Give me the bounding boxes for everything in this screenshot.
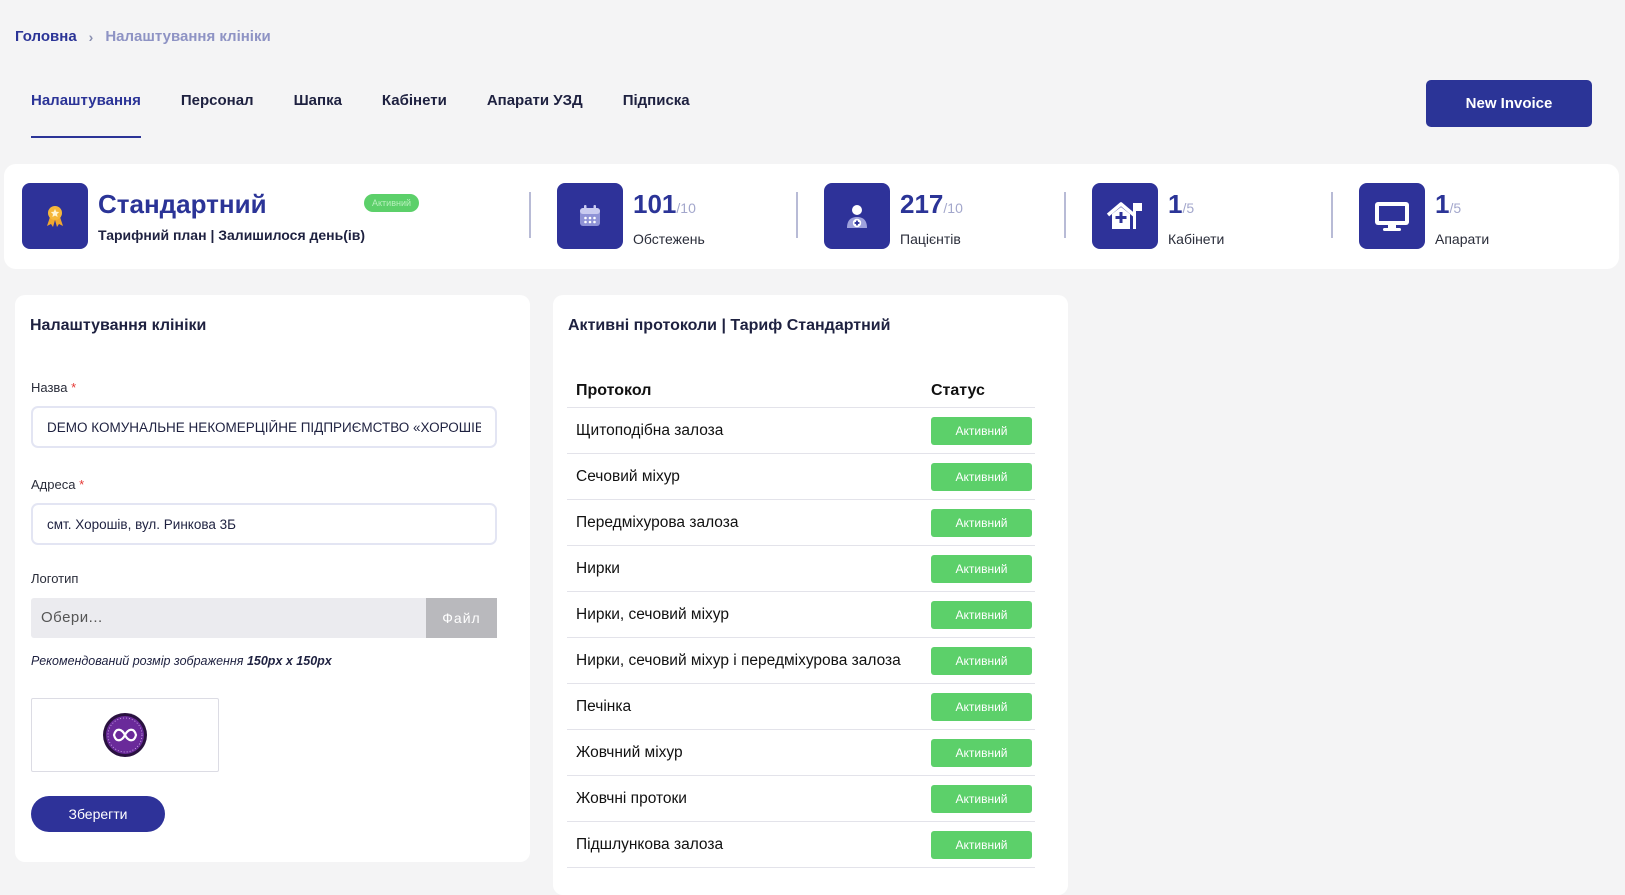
patients-stat: 217/10 Пацієнтів	[824, 183, 963, 249]
patients-count: 217	[900, 189, 944, 219]
table-row: Нирки, сечовий міхур і передміхурова зал…	[567, 637, 1035, 684]
clinic-address-input[interactable]	[31, 503, 497, 545]
logo-preview	[31, 698, 219, 772]
rooms-stat: 1/5 Кабінети	[1092, 183, 1224, 249]
plan-subtitle: Тарифний план | Залишилося день(ів)	[98, 227, 366, 243]
calendar-icon	[557, 183, 623, 249]
clinic-icon	[1092, 183, 1158, 249]
tab-ultrasound-devices[interactable]: Апарати УЗД	[487, 92, 583, 138]
clinic-logo-icon	[103, 713, 147, 757]
status-badge: Активний	[931, 830, 1032, 859]
address-field-label: Адреса *	[31, 477, 85, 492]
rooms-label: Кабінети	[1168, 231, 1225, 247]
plan-stat: Стандартний Тарифний план | Залишилося д…	[22, 183, 365, 249]
devices-stat: 1/5 Апарати	[1359, 183, 1489, 249]
logo-size-hint: Рекомендований розмір зображення 150px x…	[31, 654, 332, 668]
file-browse-button[interactable]: Файл	[426, 598, 497, 638]
table-row: Жовчні протоки Активний	[567, 775, 1035, 822]
protocol-name: Жовчний міхур	[567, 729, 922, 776]
status-badge: Активний	[931, 738, 1032, 767]
breadcrumb-home-link[interactable]: Головна	[15, 28, 77, 45]
protocol-name: Нирки, сечовий міхур	[567, 591, 922, 638]
devices-limit: /5	[1449, 200, 1462, 216]
rooms-count: 1	[1168, 189, 1183, 219]
protocol-name: Жовчні протоки	[567, 775, 922, 822]
plan-name: Стандартний	[98, 189, 267, 219]
protocol-name: Печінка	[567, 683, 922, 730]
award-icon	[22, 183, 88, 249]
protocols-table: Протокол Статус Щитоподібна залоза Активн…	[567, 375, 1035, 868]
devices-label: Апарати	[1435, 231, 1490, 247]
logo-field-label: Логотип	[31, 571, 79, 586]
tab-subscription[interactable]: Підписка	[623, 92, 690, 138]
table-row: Передміхурова залоза Активний	[567, 499, 1035, 546]
tab-rooms[interactable]: Кабінети	[382, 92, 447, 138]
table-row: Жовчний міхур Активний	[567, 729, 1035, 776]
save-button[interactable]: Зберегти	[31, 796, 165, 832]
tab-header[interactable]: Шапка	[294, 92, 342, 138]
stats-divider	[796, 192, 798, 238]
monitor-icon	[1359, 183, 1425, 249]
devices-count: 1	[1435, 189, 1450, 219]
chevron-right-icon: ›	[88, 28, 94, 45]
rooms-limit: /5	[1182, 200, 1195, 216]
protocol-name: Щитоподібна залоза	[567, 407, 922, 454]
column-header-status: Статус	[922, 375, 1035, 408]
exams-limit: /10	[676, 200, 696, 216]
exams-label: Обстежень	[633, 231, 705, 247]
tab-staff[interactable]: Персонал	[181, 92, 254, 138]
stats-divider	[529, 192, 531, 238]
status-badge: Активний	[931, 784, 1032, 813]
table-row: Підшлункова залоза Активний	[567, 821, 1035, 868]
stats-divider	[1064, 192, 1066, 238]
settings-tabs: Налаштування Персонал Шапка Кабінети Апа…	[31, 92, 730, 138]
logo-file-input[interactable]: Обери... Файл	[31, 598, 497, 638]
exams-count: 101	[633, 189, 677, 219]
table-row: Печінка Активний	[567, 683, 1035, 730]
table-row: Сечовий міхур Активний	[567, 453, 1035, 500]
patients-limit: /10	[943, 200, 963, 216]
status-badge: Активний	[931, 416, 1032, 445]
clinic-settings-title: Налаштування клініки	[30, 317, 207, 334]
active-protocols-card: Активні протоколи | Тариф Стандартний Пр…	[553, 295, 1068, 895]
table-row: Щитоподібна залоза Активний	[567, 407, 1035, 454]
status-badge: Активний	[931, 508, 1032, 537]
status-badge: Активний	[931, 600, 1032, 629]
protocol-name: Передміхурова залоза	[567, 499, 922, 546]
breadcrumb-current: Налаштування клініки	[105, 28, 271, 45]
clinic-name-input[interactable]	[31, 406, 497, 448]
new-invoice-button[interactable]: New Invoice	[1426, 80, 1592, 127]
protocol-name: Підшлункова залоза	[567, 821, 922, 868]
patients-label: Пацієнтів	[900, 231, 961, 247]
protocols-title: Активні протоколи | Тариф Стандартний	[568, 317, 891, 334]
protocol-name: Нирки, сечовий міхур і передміхурова зал…	[567, 637, 922, 684]
required-mark: *	[79, 477, 85, 492]
subscription-stats-bar: Стандартний Тарифний план | Залишилося д…	[4, 164, 1619, 269]
required-mark: *	[71, 380, 77, 395]
file-input-placeholder: Обери...	[41, 609, 103, 626]
exams-stat: 101/10 Обстежень	[557, 183, 705, 249]
clinic-settings-card: Налаштування клініки Назва * Адреса * Ло…	[15, 295, 530, 862]
table-row: Нирки, сечовий міхур Активний	[567, 591, 1035, 638]
patient-icon	[824, 183, 890, 249]
stats-divider	[1331, 192, 1333, 238]
table-row: Нирки Активний	[567, 545, 1035, 592]
column-header-protocol: Протокол	[567, 375, 922, 408]
protocol-name: Сечовий міхур	[567, 453, 922, 500]
tab-settings[interactable]: Налаштування	[31, 92, 141, 138]
status-badge: Активний	[931, 462, 1032, 491]
status-badge: Активний	[931, 554, 1032, 583]
plan-status-badge: Активний	[364, 194, 419, 212]
name-field-label: Назва *	[31, 380, 77, 395]
status-badge: Активний	[931, 692, 1032, 721]
table-header-row: Протокол Статус	[567, 375, 1035, 408]
breadcrumb: Головна › Налаштування клініки	[15, 28, 271, 45]
status-badge: Активний	[931, 646, 1032, 675]
protocol-name: Нирки	[567, 545, 922, 592]
